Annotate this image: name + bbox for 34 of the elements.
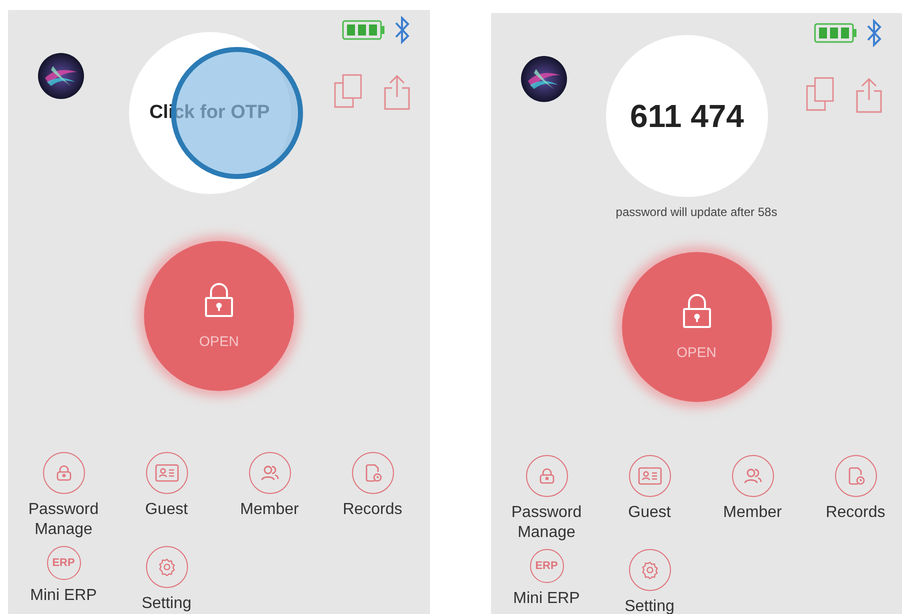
people-icon (742, 467, 762, 485)
menu-item[interactable]: Member (218, 452, 321, 540)
id-card-icon (638, 467, 662, 485)
settings-icon (640, 561, 658, 579)
erp-icon: ERP (46, 546, 80, 580)
copy-icon[interactable] (806, 77, 834, 111)
orb-icon[interactable] (37, 52, 85, 100)
lock-icon (682, 294, 712, 328)
erp-icon: ERP (530, 549, 564, 583)
menu-item[interactable]: ERP Mini ERP (12, 546, 115, 614)
menu-item[interactable]: Password Manage (495, 455, 598, 543)
menu-item[interactable]: Member (701, 455, 804, 543)
id-card-icon (154, 464, 178, 482)
lock-icon (204, 283, 234, 318)
menu-item[interactable]: Password Manage (12, 452, 115, 540)
refresh-caption: password will update after 58s (616, 204, 778, 219)
settings-icon (158, 558, 176, 576)
menu-item[interactable]: ERP Mini ERP (495, 549, 598, 614)
copy-icon[interactable] (334, 74, 362, 108)
menu-item[interactable]: Setting (115, 546, 218, 614)
bluetooth-icon (866, 19, 882, 47)
battery-icon (342, 20, 386, 40)
share-icon[interactable] (384, 74, 410, 110)
orb-icon[interactable] (520, 55, 568, 103)
bluetooth-icon (394, 16, 410, 44)
battery-icon (814, 23, 858, 43)
menu-item[interactable]: Setting (598, 549, 701, 614)
menu-item[interactable]: Guest (598, 455, 701, 543)
menu-item[interactable]: Guest (115, 452, 218, 540)
menu-item[interactable]: Records (321, 452, 424, 540)
menu-item[interactable]: Records (804, 455, 902, 543)
otp-code[interactable]: 611 474 (606, 35, 768, 197)
people-icon (260, 464, 280, 482)
share-icon[interactable] (856, 77, 882, 113)
